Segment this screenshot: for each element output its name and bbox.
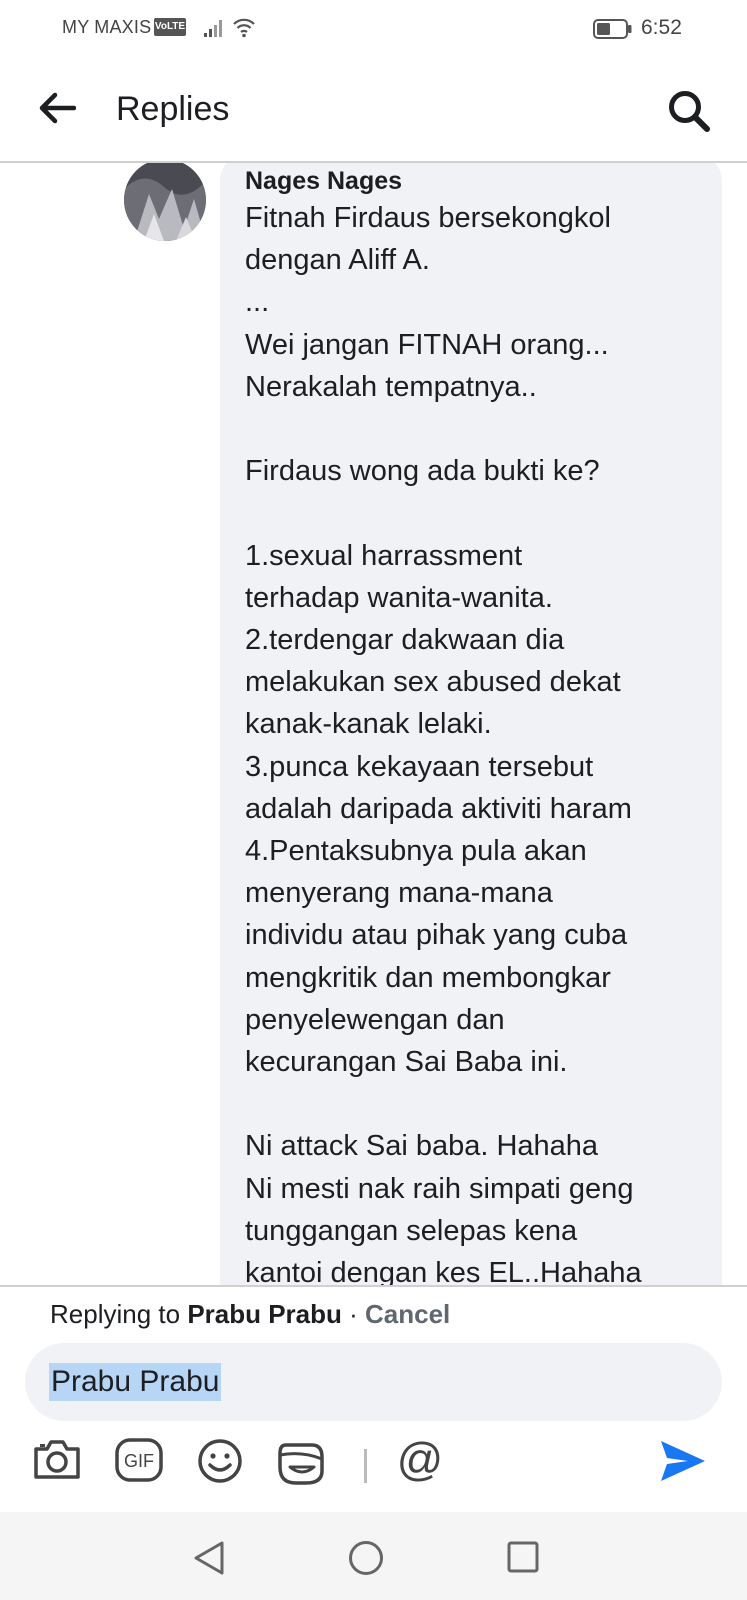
- nav-home-icon[interactable]: [348, 1540, 384, 1576]
- send-icon[interactable]: [658, 1437, 708, 1485]
- wifi-icon: [233, 18, 255, 38]
- comment-line: 3.punca kekayaan tersebut: [245, 750, 594, 783]
- comment-line: [245, 408, 702, 450]
- camera-icon[interactable]: [32, 1437, 82, 1481]
- comment-line: menyerang mana-mana: [245, 877, 553, 910]
- comment-line: [245, 1083, 702, 1125]
- gif-icon[interactable]: GIF: [114, 1437, 164, 1483]
- comment-line: Nerakalah tempatnya..: [245, 370, 537, 403]
- avatar-image: [124, 163, 206, 241]
- cancel-button[interactable]: Cancel: [365, 1299, 450, 1329]
- comment-line: Fitnah Firdaus bersekongkol: [245, 202, 611, 234]
- comment-line: Wei jangan FITNAH orang...: [245, 328, 609, 361]
- nav-back-icon[interactable]: [192, 1540, 226, 1576]
- comment-line: [245, 492, 702, 534]
- comment-bubble: Nages Nages Fitnah Firdaus bersekongkol …: [220, 163, 722, 1285]
- app-bar: Replies: [0, 56, 747, 163]
- comment-line: ...: [245, 286, 270, 319]
- reply-input-text[interactable]: Prabu Prabu: [49, 1363, 222, 1401]
- comment-line: Ni attack Sai baba. Hahaha: [245, 1130, 599, 1163]
- nav-recents-icon[interactable]: [506, 1540, 540, 1574]
- status-bar: MY MAXIS VoLTE 6:52: [0, 0, 747, 56]
- comment-line: kecurangan Sai Baba ini.: [245, 1046, 568, 1079]
- reply-composer: Replying to Prabu Prabu · Cancel Prabu P…: [0, 1285, 747, 1512]
- comment-author[interactable]: Nages Nages: [245, 167, 702, 195]
- svg-text:GIF: GIF: [124, 1451, 154, 1471]
- comment-line: penyelewengan dan: [245, 1003, 505, 1036]
- replying-name: Prabu Prabu: [187, 1299, 342, 1329]
- reply-input[interactable]: Prabu Prabu: [25, 1343, 722, 1421]
- comment-line: dengan Aliff A.: [245, 244, 430, 277]
- search-icon[interactable]: [666, 88, 712, 134]
- comment-line: terhadap wanita-wanita.: [245, 581, 553, 614]
- carrier-label: MY MAXIS: [62, 17, 152, 37]
- comment-line: 2.terdengar dakwaan dia: [245, 624, 565, 656]
- volte-badge: VoLTE: [154, 18, 186, 36]
- comment-line: 1.sexual harrassment: [245, 539, 523, 572]
- comment-line: 4.Pentaksubnya pula akan: [245, 835, 587, 868]
- comment-line: Ni mesti nak raih simpati geng: [245, 1172, 634, 1205]
- comment-body: Fitnah Firdaus bersekongkol dengan Aliff…: [245, 197, 702, 1285]
- comment-line: melakukan sex abused dekat: [245, 666, 621, 699]
- comment-line: adalah daripada aktiviti haram: [245, 792, 632, 825]
- battery-icon: [593, 19, 632, 39]
- comment-line: mengkritik dan membongkar: [245, 961, 611, 994]
- signal-icon: [204, 20, 222, 37]
- clock: 6:52: [641, 16, 682, 39]
- replying-to-label: Replying to Prabu Prabu · Cancel: [50, 1299, 450, 1330]
- mention-icon[interactable]: @: [394, 1437, 446, 1487]
- sticker-icon[interactable]: [276, 1437, 328, 1489]
- comment-thread: Nages Nages Fitnah Firdaus bersekongkol …: [0, 163, 747, 1285]
- arrow-left-icon[interactable]: [38, 92, 76, 124]
- composer-toolbar: GIF @: [0, 1437, 747, 1497]
- comment-line: kanak-kanak lelaki.: [245, 708, 492, 741]
- replying-prefix: Replying to: [50, 1299, 188, 1329]
- comment-line: tunggangan selepas kena: [245, 1214, 578, 1247]
- emoji-icon[interactable]: [196, 1437, 244, 1485]
- comment-line: Firdaus wong ada bukti ke?: [245, 455, 600, 488]
- system-nav-bar: [0, 1512, 747, 1600]
- comment-line: kantoi dengan kes EL..Hahaha: [245, 1257, 642, 1285]
- page-title: Replies: [116, 90, 230, 128]
- toolbar-divider: [364, 1449, 367, 1483]
- avatar[interactable]: [124, 163, 206, 241]
- replying-separator: ·: [341, 1299, 366, 1329]
- comment-line: individu atau pihak yang cuba: [245, 919, 628, 952]
- svg-text:@: @: [397, 1437, 444, 1485]
